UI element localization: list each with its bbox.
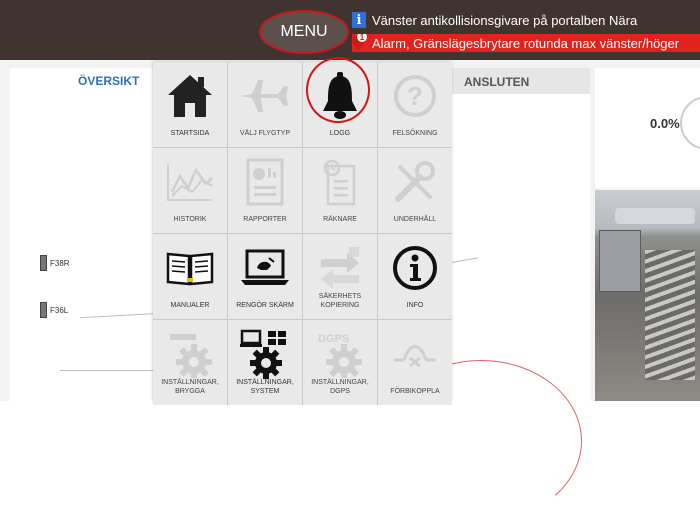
menu-item-rengor-skarm[interactable]: RENGÖR SKÄRM <box>228 234 302 319</box>
bell-icon <box>303 68 377 124</box>
alarm-pin-icon: 1 <box>352 34 367 52</box>
menu-item-sakerhetskopiering[interactable]: SÄKERHETS KOPIERING <box>303 234 377 319</box>
connection-status-label: ANSLUTEN <box>464 75 530 89</box>
menu-item-label: FÖRBIKOPPLA <box>390 388 440 395</box>
laptop-clean-icon <box>228 240 302 296</box>
alarm-message: Alarm, Gränslägesbrytare rotunda max vän… <box>372 35 680 51</box>
alarm-notification[interactable]: 1 Alarm, Gränslägesbrytare rotunda max v… <box>352 34 700 52</box>
menu-item-installningar-dgps[interactable]: DGPS INSTÄLLNINGAR, DGPS <box>303 320 377 405</box>
plane-marker-label: F38R <box>50 258 70 268</box>
svg-text:?: ? <box>407 81 423 111</box>
menu-item-felsokning[interactable]: ? FELSÖKNING <box>378 62 452 147</box>
percent-readout: 0.0% <box>650 116 680 131</box>
stair-left <box>599 230 641 292</box>
menu-item-underhall[interactable]: UNDERHÅLL <box>378 148 452 233</box>
gear-icon <box>153 326 227 382</box>
plane-marker-label: F36L <box>50 305 69 315</box>
menu-item-installningar-brygga[interactable]: INSTÄLLNINGAR, BRYGGA <box>153 320 227 405</box>
menu-item-installningar-system[interactable]: INSTÄLLNINGAR, SYSTEM <box>228 320 302 405</box>
menu-item-label: STARTSIDA <box>170 130 210 137</box>
main-menu: STARTSIDA VÄLJ FLYGTYP LOGG ? FELSÖKNING <box>153 62 452 405</box>
chart-icon <box>153 154 227 210</box>
menu-grid: STARTSIDA VÄLJ FLYGTYP LOGG ? FELSÖKNING <box>153 62 452 405</box>
menu-item-label: RENGÖR SKÄRM <box>236 302 294 309</box>
info-notification[interactable]: i Vänster antikollisionsgivare på portal… <box>352 10 700 30</box>
menu-item-label: FELSÖKNING <box>392 130 438 137</box>
menu-item-valj-flygtyp[interactable]: VÄLJ FLYGTYP <box>228 62 302 147</box>
gear-icon <box>228 326 302 382</box>
menu-item-info[interactable]: INFO <box>378 234 452 319</box>
menu-item-logg[interactable]: LOGG <box>303 62 377 147</box>
top-bar: MENU i Vänster antikollisionsgivare på p… <box>0 0 700 60</box>
overview-title: ÖVERSIKT <box>78 74 140 88</box>
divider <box>60 370 160 371</box>
connection-status: ANSLUTEN <box>450 68 590 94</box>
menu-item-label: INFO <box>406 302 424 309</box>
bypass-icon <box>378 326 452 382</box>
menu-item-label: RAPPORTER <box>243 216 287 223</box>
home-icon <box>153 68 227 124</box>
backup-icon <box>303 240 377 296</box>
menu-item-raknare[interactable]: RÄKNARE <box>303 148 377 233</box>
plane-marker[interactable]: F36L <box>40 302 68 318</box>
gear-icon: DGPS <box>303 326 377 382</box>
menu-item-label: VÄLJ FLYGTYP <box>239 130 291 137</box>
plane-marker[interactable]: F38R <box>40 255 70 271</box>
info-icon <box>378 240 452 296</box>
info-icon: i <box>352 12 366 28</box>
jetway <box>615 208 695 224</box>
question-icon: ? <box>378 68 452 124</box>
menu-item-label: HISTORIK <box>173 216 207 223</box>
plane-marker-icon <box>40 255 47 271</box>
menu-item-label: RÄKNARE <box>323 216 357 223</box>
camera-view[interactable] <box>595 190 700 401</box>
svg-text:DGPS: DGPS <box>318 333 349 345</box>
wrench-icon <box>378 154 452 210</box>
stair-right <box>645 250 695 380</box>
airplane-icon <box>228 68 302 124</box>
menu-item-startsida[interactable]: STARTSIDA <box>153 62 227 147</box>
book-icon <box>153 240 227 296</box>
menu-item-rapporter[interactable]: RAPPORTER <box>228 148 302 233</box>
alarm-count: 1 <box>357 34 367 42</box>
menu-item-label: LOGG <box>329 130 351 137</box>
menu-item-label: MANUALER <box>170 302 210 309</box>
counter-icon <box>303 154 377 210</box>
menu-item-forbikoppla[interactable]: FÖRBIKOPPLA <box>378 320 452 405</box>
report-icon <box>228 154 302 210</box>
plane-marker-icon <box>40 302 47 318</box>
menu-item-historik[interactable]: HISTORIK <box>153 148 227 233</box>
info-message: Vänster antikollisionsgivare på portalbe… <box>372 12 638 28</box>
menu-item-manualer[interactable]: MANUALER <box>153 234 227 319</box>
menu-button[interactable]: MENU <box>259 10 349 54</box>
menu-item-label: UNDERHÅLL <box>393 216 437 223</box>
